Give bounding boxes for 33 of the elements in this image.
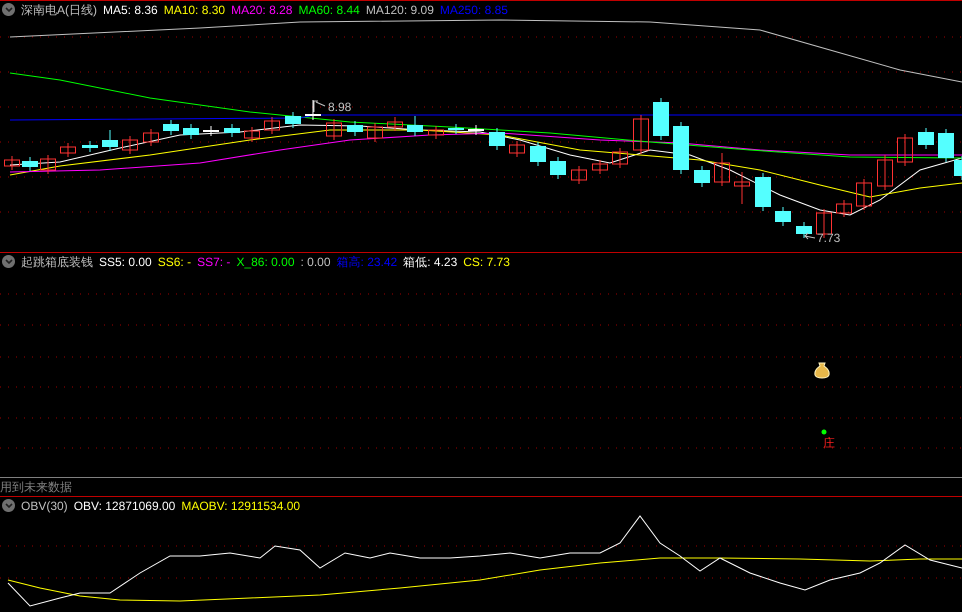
indicator-value: X_86: 0.00: [236, 254, 294, 270]
panel-title: 起跳箱底装钱: [21, 254, 93, 270]
money-bag-icon: [814, 362, 830, 378]
leader-line: [804, 232, 816, 240]
indicator-value: MA250: 8.85: [440, 2, 508, 18]
collapse-button[interactable]: [2, 499, 15, 512]
indicator-value: MA120: 9.09: [366, 2, 434, 18]
indicator-value: SS5: 0.00: [99, 254, 152, 270]
warning-text: 用到未来数据: [0, 481, 72, 493]
panel-title: 深南电A(日线): [21, 2, 97, 18]
high-price-label: 8.98: [328, 100, 352, 114]
indicator-value: MA20: 8.28: [231, 2, 292, 18]
indicator-value: MA10: 8.30: [164, 2, 226, 18]
indicator-value: MA5: 8.36: [103, 2, 158, 18]
indicator-value: CS: 7.73: [463, 254, 510, 270]
collapse-button[interactable]: [2, 3, 15, 16]
low-price-label: 7.73: [817, 231, 840, 245]
panel-title: OBV(30): [21, 498, 68, 514]
chevron-down-icon: [4, 6, 12, 12]
indicator-value: MA60: 8.44: [298, 2, 360, 18]
indicator-value: MAOBV: 12911534.00: [181, 498, 300, 514]
chevron-down-icon: [4, 258, 12, 264]
indicator-value: SS6: -: [158, 254, 192, 270]
chevron-down-icon: [4, 502, 12, 508]
signal-marker: 庄: [823, 436, 835, 450]
indicator-value: OBV: 12871069.00: [74, 498, 176, 514]
signal-dot: [822, 430, 826, 434]
leader-line: [314, 100, 326, 112]
indicator-value: : 0.00: [300, 254, 331, 270]
collapse-button[interactable]: [2, 255, 15, 268]
indicator-value: 箱高: 23.42: [336, 254, 398, 270]
indicator-value: SS7: -: [197, 254, 230, 270]
indicator-value: 箱低: 4.23: [403, 254, 458, 270]
